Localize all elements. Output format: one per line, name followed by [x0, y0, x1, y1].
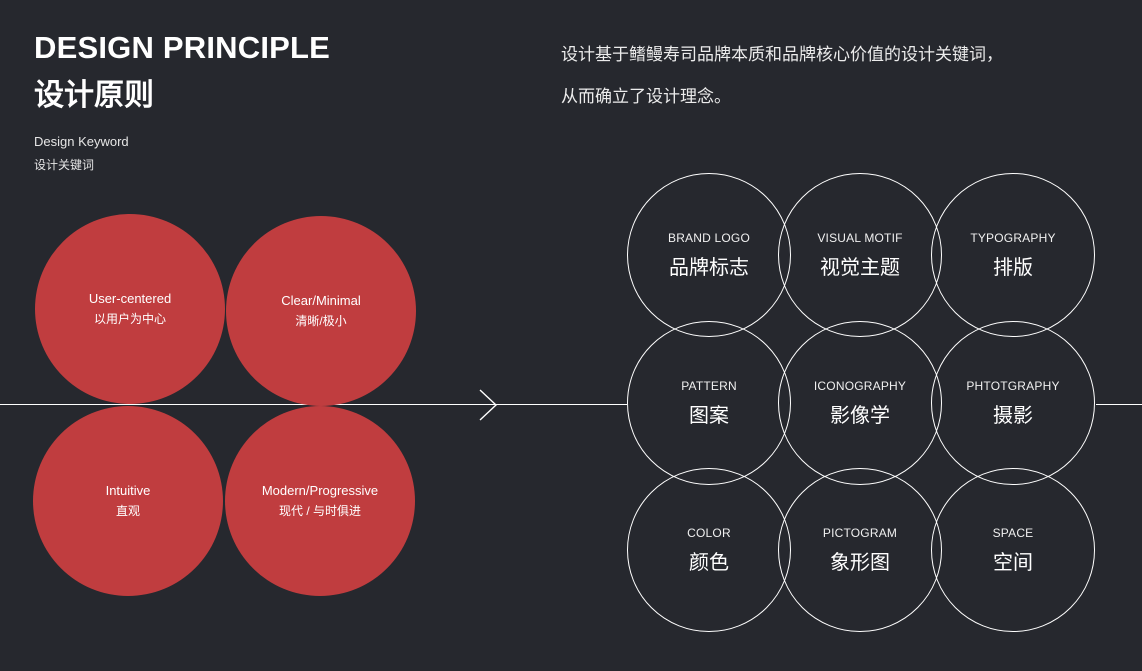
keyword-ring-color: [627, 468, 791, 632]
keyword-ring-space: [931, 468, 1095, 632]
principle-zh: 清晰/极小: [295, 314, 347, 328]
principle-circle-user-centered: User-centered 以用户为中心: [35, 214, 225, 404]
description-line-1: 设计基于鳍鳗寿司品牌本质和品牌核心价值的设计关键词，: [561, 45, 1003, 64]
principle-en: Modern/Progressive: [261, 483, 379, 498]
description-line-2: 从而确立了设计理念。: [561, 87, 731, 106]
keyword-ring-iconography: [778, 321, 942, 485]
principle-zh: 以用户为中心: [93, 312, 166, 326]
keyword-ring-visual-motif: [778, 173, 942, 337]
principle-circle-modern-progressive: Modern/Progressive 现代 / 与时俱进: [225, 406, 415, 596]
page-title-zh: 设计原则: [34, 79, 154, 112]
connector-line-right: [1096, 404, 1142, 405]
principle-en: Intuitive: [105, 483, 151, 498]
keyword-ring-pattern: [627, 321, 791, 485]
principle-circle-clear-minimal: Clear/Minimal 清晰/极小: [226, 216, 416, 406]
page-title-en: DESIGN PRINCIPLE: [34, 30, 331, 65]
principle-circle-intuitive: Intuitive 直观: [33, 406, 223, 596]
keyword-ring-typography: [931, 173, 1095, 337]
keyword-label-zh: 设计关键词: [34, 158, 95, 172]
keyword-label-en: Design Keyword: [34, 134, 129, 149]
principle-en: User-centered: [88, 291, 172, 306]
keyword-ring-pictogram: [778, 468, 942, 632]
keyword-ring-photography: [931, 321, 1095, 485]
principle-zh: 直观: [115, 504, 140, 518]
chevron-right-icon: [479, 389, 498, 421]
principle-en: Clear/Minimal: [281, 293, 361, 308]
principle-zh: 现代 / 与时俱进: [278, 504, 361, 518]
description: 设计基于鳍鳗寿司品牌本质和品牌核心价值的设计关键词， 从而确立了设计理念。: [561, 34, 1081, 118]
keyword-ring-brand-logo: [627, 173, 791, 337]
